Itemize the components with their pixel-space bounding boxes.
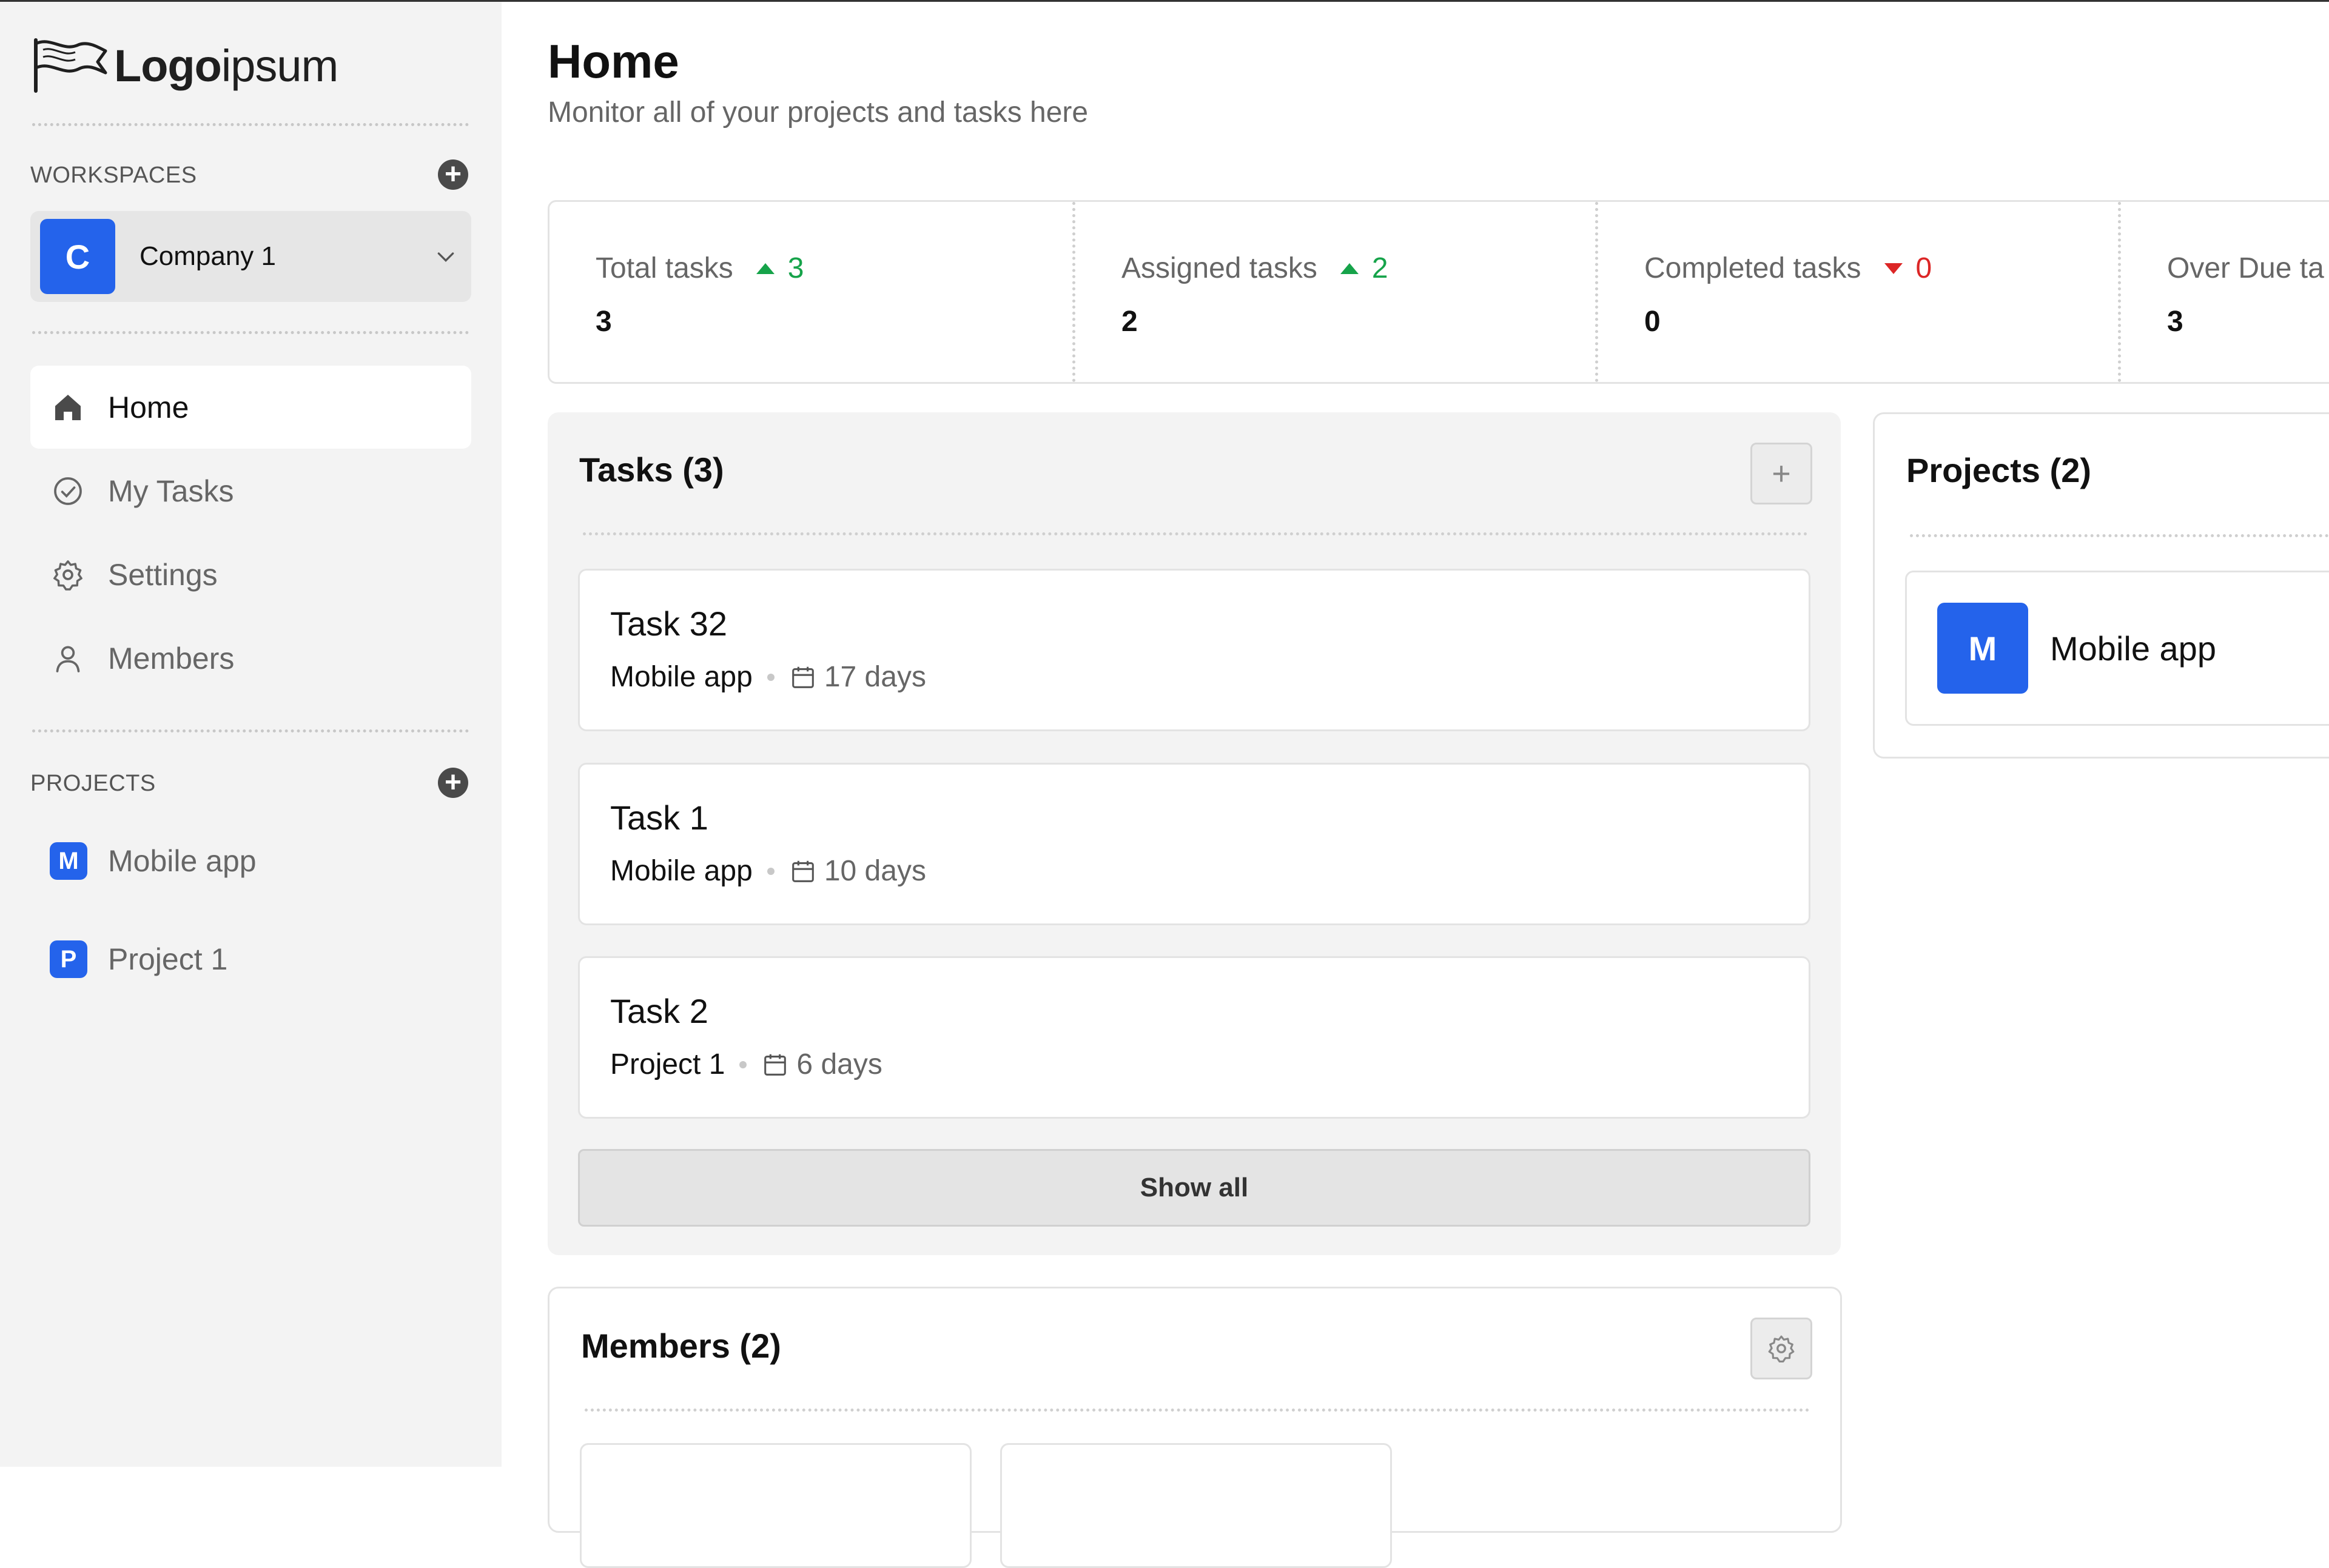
stat-delta: 2	[1340, 252, 1388, 285]
sidebar-item-label: Members	[108, 641, 235, 675]
stat-value: 3	[2167, 306, 2183, 338]
gear-icon	[1768, 1335, 1795, 1363]
tasks-panel: Tasks (3) + Task 32 Mobile app 17 days T…	[548, 412, 1841, 1255]
members-panel: Members (2)	[548, 1287, 1842, 1568]
task-due: 17 days	[824, 661, 926, 693]
stat-overdue-tasks: Over Due ta 3	[2118, 202, 2329, 382]
stat-value: 0	[1644, 306, 1661, 338]
stat-label: Over Due ta	[2167, 252, 2324, 284]
add-project-button[interactable]: +	[438, 768, 468, 798]
sidebar-item-label: My Tasks	[108, 474, 234, 508]
project-badge: M	[50, 842, 87, 880]
task-card[interactable]: Task 1 Mobile app 10 days	[578, 763, 1810, 925]
stat-delta: 3	[756, 252, 804, 285]
sidebar-item-home[interactable]: Home	[30, 366, 471, 449]
divider	[32, 729, 469, 732]
sidebar-project-mobile-app[interactable]: M Mobile app	[30, 828, 471, 894]
task-project: Mobile app	[610, 661, 753, 693]
separator-dot	[767, 867, 775, 875]
project-badge: M	[1937, 603, 2028, 694]
flag-logo-icon	[34, 38, 107, 93]
arrow-up-icon	[1340, 263, 1359, 274]
calendar-icon	[792, 666, 814, 688]
separator-dot	[739, 1060, 747, 1068]
home-icon	[50, 389, 86, 426]
logo-text: Logoipsum	[114, 40, 338, 91]
task-due: 10 days	[824, 855, 926, 887]
panel-title: Tasks (3)	[579, 451, 724, 489]
members-settings-button[interactable]	[1750, 1318, 1812, 1379]
workspace-selector[interactable]: C Company 1	[30, 211, 471, 302]
member-card[interactable]	[1000, 1443, 1392, 1568]
sidebar: Logoipsum WORKSPACES + C Company 1 Home …	[0, 2, 502, 1467]
add-workspace-button[interactable]: +	[438, 159, 468, 190]
task-project: Project 1	[610, 1048, 725, 1081]
stat-value: 2	[1121, 306, 1138, 338]
stat-value: 3	[596, 306, 612, 338]
projects-panel: Projects (2) M Mobile app	[1873, 412, 2329, 759]
arrow-up-icon	[756, 263, 775, 274]
divider	[32, 123, 469, 126]
sidebar-item-label: Home	[108, 390, 189, 424]
task-project: Mobile app	[610, 855, 753, 887]
add-task-button[interactable]: +	[1750, 443, 1812, 504]
project-card[interactable]: M Mobile app	[1905, 571, 2329, 726]
task-due: 6 days	[796, 1048, 882, 1081]
divider	[583, 532, 1808, 535]
panel-title: Members (2)	[581, 1327, 781, 1365]
stat-label: Total tasks	[596, 252, 733, 284]
panel-title: Projects (2)	[1906, 451, 2091, 489]
check-circle-icon	[50, 473, 86, 509]
project-name: Mobile app	[2050, 629, 2216, 668]
task-card[interactable]: Task 32 Mobile app 17 days	[578, 569, 1810, 731]
divider	[32, 331, 469, 334]
page-title: Home	[548, 35, 679, 88]
projects-label: PROJECTS	[30, 771, 156, 796]
project-badge: P	[50, 940, 87, 978]
workspaces-label: WORKSPACES	[30, 162, 197, 188]
brand-logo[interactable]: Logoipsum	[30, 32, 338, 99]
task-title: Task 32	[610, 605, 727, 643]
stat-completed-tasks: Completed tasks 0 0	[1595, 202, 2121, 382]
sidebar-item-settings[interactable]: Settings	[30, 533, 471, 616]
sidebar-project-label: Mobile app	[108, 844, 257, 878]
chevron-down-icon	[437, 252, 454, 263]
workspace-name: Company 1	[139, 241, 277, 271]
calendar-icon	[792, 860, 814, 882]
task-title: Task 1	[610, 799, 708, 837]
task-card[interactable]: Task 2 Project 1 6 days	[578, 956, 1810, 1119]
gear-icon	[50, 557, 86, 593]
divider	[585, 1409, 1810, 1412]
member-card[interactable]	[580, 1443, 972, 1568]
task-title: Task 2	[610, 992, 708, 1030]
divider	[1910, 534, 2329, 537]
arrow-down-icon	[1884, 263, 1903, 274]
show-all-button[interactable]: Show all	[578, 1149, 1810, 1227]
separator-dot	[767, 673, 775, 681]
user-icon	[50, 640, 86, 677]
page-subtitle: Monitor all of your projects and tasks h…	[548, 96, 1089, 129]
sidebar-project-label: Project 1	[108, 942, 228, 976]
stat-label: Completed tasks	[1644, 252, 1861, 284]
stat-delta: 0	[1884, 252, 1932, 285]
sidebar-item-my-tasks[interactable]: My Tasks	[30, 449, 471, 532]
stat-total-tasks: Total tasks 3 3	[549, 202, 1072, 382]
stats-bar: Total tasks 3 3 Assigned tasks 2 2 Compl…	[548, 200, 2329, 384]
stat-assigned-tasks: Assigned tasks 2 2	[1072, 202, 1598, 382]
calendar-icon	[764, 1054, 787, 1076]
workspace-avatar: C	[40, 219, 115, 294]
stat-label: Assigned tasks	[1121, 252, 1317, 284]
sidebar-item-members[interactable]: Members	[30, 617, 471, 700]
sidebar-item-label: Settings	[108, 557, 218, 592]
sidebar-project-project-1[interactable]: P Project 1	[30, 926, 471, 993]
